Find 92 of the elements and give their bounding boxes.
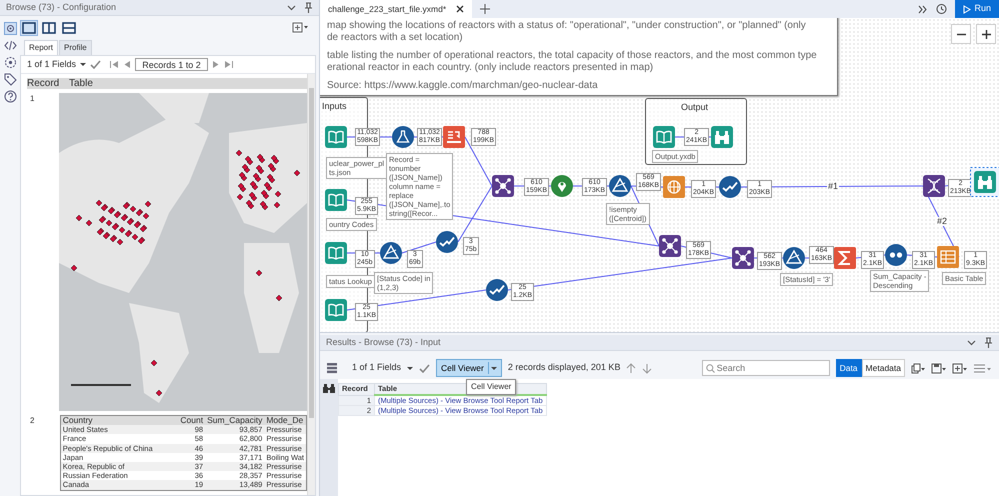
filter-icon[interactable]	[380, 242, 402, 264]
book-icon[interactable]	[653, 126, 675, 148]
view-tab[interactable]: Data	[836, 358, 862, 378]
search-field[interactable]: Search	[702, 360, 830, 376]
network-icon[interactable]	[732, 247, 754, 269]
book-icon[interactable]	[325, 299, 347, 321]
comment-text: map showing the locations of reactors with a status of: "operational", "under construction", or "planned" (only	[327, 20, 807, 32]
close-icon[interactable]	[456, 5, 464, 13]
connector-label: #1	[827, 182, 840, 190]
comment-text: table listing the number of operational reactors, the total capacity of those reactors, and the most common type	[327, 50, 818, 62]
scrollbar[interactable]	[307, 74, 315, 495]
caret-icon[interactable]	[490, 366, 497, 371]
dots-icon[interactable]	[885, 244, 907, 266]
export-icon[interactable]	[292, 22, 308, 34]
copy-icon[interactable]	[911, 362, 925, 374]
run-button[interactable]: Run	[955, 0, 999, 18]
view-tab[interactable]: Metadata	[862, 358, 905, 378]
save-icon[interactable]	[931, 362, 946, 374]
add-tab-icon[interactable]	[480, 4, 490, 14]
column-header: Count	[178, 416, 206, 426]
connector-line	[464, 136, 492, 186]
target-icon[interactable]	[4, 56, 16, 69]
container-title: Output	[681, 101, 708, 114]
double-chevron-icon[interactable]	[918, 4, 928, 14]
export-icon[interactable]	[952, 362, 967, 374]
first-record-icon[interactable]	[109, 60, 120, 69]
fields-dropdown[interactable]: 1 of 1 Fields	[27, 58, 76, 72]
settings-icon[interactable]	[4, 22, 16, 35]
book-icon[interactable]	[325, 242, 347, 264]
caret-icon[interactable]	[407, 366, 414, 370]
last-record-icon[interactable]	[224, 60, 234, 69]
fields-dropdown[interactable]: 1 of 1 Fields	[352, 361, 402, 375]
chevron-down-icon[interactable]	[287, 3, 296, 12]
help-icon[interactable]	[4, 90, 16, 103]
record-number: 2	[29, 415, 36, 427]
globe-icon[interactable]	[663, 176, 685, 198]
column-header: Table	[69, 78, 93, 89]
column-header: Country	[60, 416, 178, 426]
tag-icon[interactable]	[4, 73, 16, 86]
tab[interactable]: Report	[24, 40, 58, 55]
text-parse-icon[interactable]	[443, 126, 465, 148]
caret-icon[interactable]	[80, 62, 86, 67]
column-header: Mode_De	[264, 416, 306, 426]
checkmark-icon[interactable]	[90, 60, 102, 69]
book-icon[interactable]	[325, 126, 347, 148]
comment-text: de reactors with a set location)	[327, 32, 464, 43]
comment-text: Source: https://www.kaggle.com/marchman/geo-nuclear-data	[327, 80, 599, 92]
flask-icon[interactable]	[392, 126, 414, 148]
helix-icon[interactable]	[923, 175, 945, 197]
filter-icon[interactable]	[783, 247, 805, 269]
binoculars-icon[interactable]	[322, 383, 336, 394]
zoom-out-button[interactable]	[951, 24, 971, 44]
plus-icon	[982, 30, 990, 38]
network-icon[interactable]	[492, 175, 514, 197]
arrow-up-icon[interactable]	[626, 362, 636, 374]
menu-icon[interactable]	[973, 362, 991, 374]
cell-viewer-button[interactable]: Cell Viewer	[436, 358, 502, 378]
map-pin-icon[interactable]	[551, 175, 573, 197]
previous-record-icon[interactable]	[123, 60, 132, 69]
tab[interactable]: Profile	[59, 40, 92, 55]
history-icon[interactable]	[935, 3, 948, 15]
comment-text: erational reactor in each country. (only include reactors presented in map)	[327, 62, 654, 73]
tooltip: Cell Viewer	[466, 379, 516, 395]
code-icon[interactable]	[4, 39, 16, 52]
column-header: Record	[27, 78, 60, 89]
filter-icon[interactable]	[609, 175, 631, 197]
panel-title: Browse (73) - Configuration	[6, 0, 116, 14]
column-header: Sum_Capacity	[205, 416, 264, 426]
checkmark-icon[interactable]	[436, 231, 458, 253]
connector-line	[346, 252, 380, 254]
pin-icon[interactable]	[304, 2, 313, 13]
checkmark-icon[interactable]	[419, 364, 430, 372]
zoom-in-button[interactable]	[976, 24, 996, 44]
record-number: 1	[29, 93, 36, 105]
network-icon[interactable]	[659, 235, 681, 257]
pin-icon[interactable]	[984, 337, 993, 348]
arrow-down-icon[interactable]	[642, 362, 652, 374]
container-title: Inputs	[322, 100, 347, 113]
checkmark-icon[interactable]	[719, 176, 741, 198]
list-icon[interactable]	[326, 362, 338, 374]
chevron-down-icon[interactable]	[967, 338, 976, 347]
panel-title: Results - Browse (73) - Input	[326, 336, 441, 349]
records-field[interactable]: Records 1 to 2	[135, 58, 208, 71]
table-icon[interactable]	[937, 246, 959, 268]
records-summary: 2 records displayed, 201 KB	[508, 361, 620, 374]
book-icon[interactable]	[325, 189, 347, 211]
sigma-icon[interactable]	[834, 247, 856, 269]
connector-label: #2	[936, 216, 948, 226]
checkmark-icon[interactable]	[486, 279, 508, 301]
play-icon	[963, 4, 972, 14]
search-icon	[706, 364, 715, 373]
next-record-icon[interactable]	[212, 60, 220, 69]
